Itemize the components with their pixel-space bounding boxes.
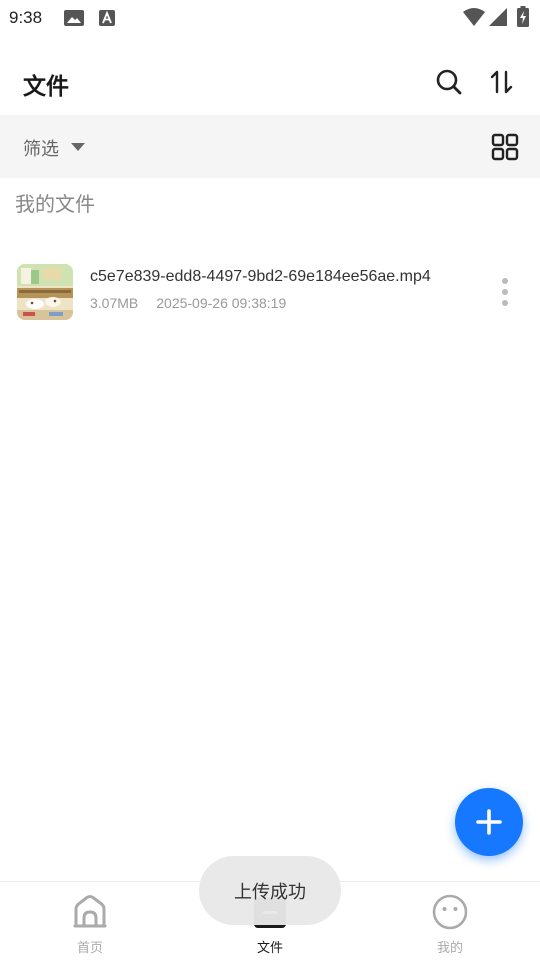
app-bar: 文件 [0, 52, 540, 114]
nav-label-files: 文件 [256, 941, 283, 956]
sort-button[interactable] [485, 65, 519, 99]
grid-view-icon [491, 133, 519, 161]
profile-icon [432, 894, 468, 930]
file-name: c5e7e839-edd8-4497-9bd2-69e184ee56ae.mp4 [90, 268, 431, 285]
file-date: 2025-09-26 09:38:19 [156, 295, 287, 311]
toast-message: 上传成功 [199, 856, 341, 925]
file-meta: 3.07MB 2025-09-26 09:38:19 [90, 295, 286, 311]
signal-icon [489, 8, 507, 26]
video-thumbnail-image [17, 264, 73, 320]
home-icon [73, 895, 107, 928]
filter-label: 筛选 [23, 139, 59, 160]
file-size: 3.07MB [90, 295, 139, 311]
search-icon [436, 69, 462, 95]
status-bar: 9:38 [0, 0, 540, 36]
caret-down-icon [71, 143, 85, 151]
more-options-button[interactable] [494, 275, 516, 309]
sort-icon [490, 70, 513, 94]
status-time: 9:38 [9, 8, 43, 27]
nav-item-profile[interactable]: 我的 [360, 882, 540, 960]
file-list-item[interactable]: c5e7e839-edd8-4497-9bd2-69e184ee56ae.mp4… [0, 255, 540, 331]
battery-charging-icon [517, 6, 529, 27]
keyboard-a-icon [99, 10, 115, 26]
video-thumbnail [17, 264, 73, 320]
plus-icon [476, 809, 502, 835]
image-icon [64, 10, 84, 26]
nav-label-home: 首页 [76, 941, 103, 956]
nav-item-home[interactable]: 首页 [0, 882, 180, 960]
nav-label-profile: 我的 [436, 941, 463, 956]
page-title: 文件 [23, 74, 69, 100]
search-button[interactable] [432, 65, 466, 99]
view-toggle-button[interactable] [490, 132, 520, 162]
wifi-icon [463, 8, 485, 26]
section-title: 我的文件 [15, 192, 95, 216]
more-vertical-icon [502, 278, 508, 306]
filter-bar: 筛选 [0, 115, 540, 178]
add-file-button[interactable] [455, 788, 523, 856]
